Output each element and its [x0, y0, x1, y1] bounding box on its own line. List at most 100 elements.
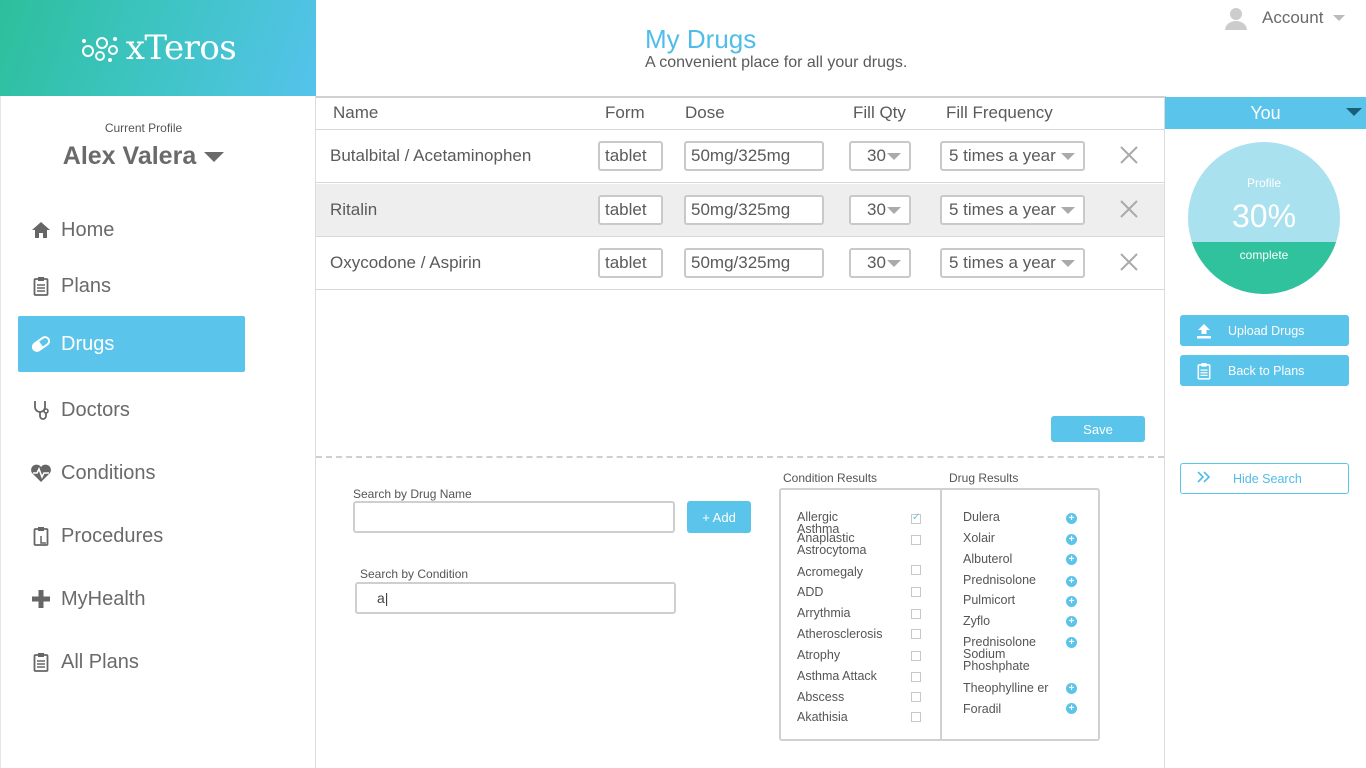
drug-name: Butalbital / Acetaminophen [330, 146, 532, 165]
home-icon [30, 219, 52, 241]
sidebar-item-label: Conditions [61, 461, 156, 484]
fill-frequency-select[interactable]: 5 times a year [940, 141, 1085, 171]
upload-drugs-button[interactable]: Upload Drugs [1180, 315, 1349, 346]
condition-checkbox[interactable] [911, 712, 921, 722]
drug-result-label: Prednisolone Sodium Phoshphate [963, 635, 1036, 673]
sidebar-item-plans[interactable]: Plans [18, 258, 245, 314]
dose-field[interactable]: 50mg/325mg [684, 141, 824, 171]
sidebar-item-all-plans[interactable]: All Plans [18, 634, 245, 690]
fill-qty-select[interactable]: 30 [849, 195, 911, 225]
logo: xTeros [80, 28, 237, 68]
progress-complete-label: complete [1239, 248, 1289, 262]
account-menu[interactable]: Account [1224, 6, 1346, 30]
form-field[interactable]: tablet [598, 195, 663, 225]
chevron-down-icon [887, 260, 901, 267]
dose-field[interactable]: 50mg/325mg [684, 248, 824, 278]
page-subtitle: A convenient place for all your drugs. [645, 54, 908, 71]
drug-result-label: Albuterol [963, 552, 1013, 566]
fill-qty-select[interactable]: 30 [849, 248, 911, 278]
condition-result-label: Acromegaly [797, 565, 863, 579]
sidebar-item-label: MyHealth [61, 587, 146, 610]
table-row: Ritalin tablet 50mg/325mg 30 5 times a y… [316, 184, 1164, 237]
upload-icon [1194, 323, 1214, 339]
column-header-form: Form [605, 103, 645, 122]
condition-checkbox[interactable] [911, 587, 921, 597]
close-icon[interactable] [1118, 144, 1140, 166]
sidebar-item-conditions[interactable]: Conditions [18, 445, 245, 501]
fill-frequency-select[interactable]: 5 times a year [940, 248, 1085, 278]
sidebar-item-label: Home [61, 218, 115, 241]
drug-result-label: Zyflo [963, 614, 991, 628]
condition-result-label: Akathisia [797, 710, 848, 724]
drug-name: Ritalin [330, 200, 378, 219]
sidebar-item-label: Drugs [61, 332, 115, 355]
condition-checkbox[interactable] [911, 672, 921, 682]
close-icon[interactable] [1118, 198, 1140, 220]
add-button[interactable]: + Add [687, 501, 751, 533]
condition-checkbox[interactable] [911, 692, 921, 702]
column-header-fill-qty: Fill Qty [853, 103, 906, 122]
add-drug-icon[interactable]: + [1066, 554, 1077, 565]
add-drug-icon[interactable]: + [1066, 534, 1077, 545]
close-icon[interactable] [1118, 251, 1140, 273]
condition-checkbox[interactable] [911, 565, 921, 575]
divider [316, 456, 1164, 458]
condition-checkbox[interactable] [911, 609, 921, 619]
back-to-plans-button[interactable]: Back to Plans [1180, 355, 1349, 386]
chevron-down-icon [1333, 15, 1346, 21]
drug-search-input[interactable] [353, 501, 675, 533]
add-drug-icon[interactable]: + [1066, 596, 1077, 607]
add-drug-icon[interactable]: + [1066, 703, 1077, 714]
fill-qty-value: 30 [867, 146, 886, 165]
fill-qty-select[interactable]: 30 [849, 141, 911, 171]
add-drug-icon[interactable]: + [1066, 616, 1077, 627]
save-button[interactable]: Save [1051, 416, 1145, 442]
logo-molecule-icon [81, 37, 118, 62]
double-chevron-right-icon [1197, 471, 1211, 486]
page-title: My Drugs [645, 24, 757, 54]
chevron-down-icon [1061, 260, 1075, 267]
drug-search-label: Search by Drug Name [353, 487, 472, 501]
add-drug-icon[interactable]: + [1066, 513, 1077, 524]
sidebar-item-myhealth[interactable]: MyHealth [18, 571, 245, 627]
sidebar-item-drugs[interactable]: Drugs [18, 316, 245, 372]
sidebar-item-label: All Plans [61, 650, 139, 673]
hide-search-button[interactable]: Hide Search [1180, 463, 1349, 494]
you-selector[interactable]: You [1165, 97, 1366, 129]
sidebar-item-doctors[interactable]: Doctors [18, 382, 245, 438]
chevron-down-icon [1346, 108, 1362, 116]
form-field[interactable]: tablet [598, 141, 663, 171]
table-row: Oxycodone / Aspirin tablet 50mg/325mg 30… [316, 237, 1164, 290]
drug-result-label: Pulmicort [963, 593, 1016, 607]
dose-field[interactable]: 50mg/325mg [684, 195, 824, 225]
profile-selector[interactable]: Alex Valera [1, 142, 286, 171]
hide-search-label: Hide Search [1233, 471, 1302, 486]
sidebar-item-label: Procedures [61, 524, 164, 547]
add-drug-icon[interactable]: + [1066, 683, 1077, 694]
condition-checkbox[interactable] [911, 651, 921, 661]
progress-percent: 30% [1231, 198, 1297, 234]
add-drug-icon[interactable]: + [1066, 576, 1077, 587]
logo-area[interactable]: xTeros [0, 0, 316, 96]
plus-icon [30, 588, 52, 610]
sidebar-item-procedures[interactable]: Procedures [18, 508, 245, 564]
condition-search-input[interactable]: a| [355, 582, 676, 614]
clipboard-icon [30, 651, 52, 673]
progress-caption: Profile [1246, 176, 1281, 190]
condition-results-header: Condition Results [783, 471, 878, 485]
condition-checkbox[interactable] [911, 535, 921, 545]
condition-checkbox[interactable] [911, 512, 921, 524]
form-field[interactable]: tablet [598, 248, 663, 278]
stethoscope-icon [30, 399, 52, 421]
fill-frequency-value: 5 times a year [949, 200, 1056, 219]
drug-results-header: Drug Results [949, 471, 1019, 485]
add-drug-icon[interactable]: + [1066, 637, 1077, 648]
condition-checkbox[interactable] [911, 629, 921, 639]
drug-result-label: Prednisolone [963, 573, 1036, 587]
column-header-fill-frequency: Fill Frequency [946, 103, 1053, 122]
sidebar-item-home[interactable]: Home [18, 202, 245, 258]
clipboard-icon [1194, 362, 1214, 380]
drug-result-label: Foradil [963, 702, 1002, 716]
user-icon [1225, 8, 1247, 30]
fill-frequency-select[interactable]: 5 times a year [940, 195, 1085, 225]
